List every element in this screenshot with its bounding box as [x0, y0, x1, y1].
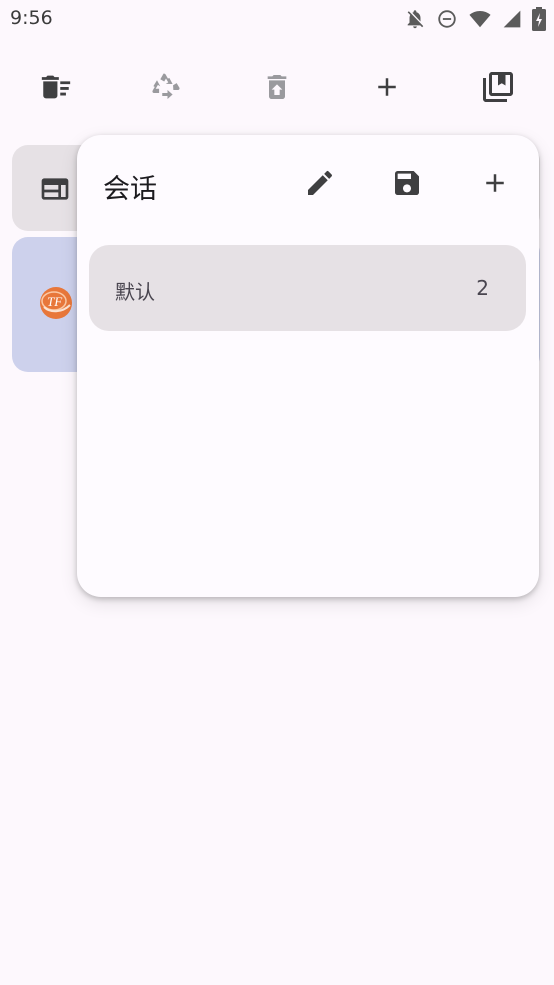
signal-icon — [502, 8, 522, 30]
battery-icon — [532, 7, 546, 31]
add-icon — [372, 72, 402, 102]
do-not-disturb-icon — [436, 8, 458, 30]
recycle-icon — [148, 69, 184, 105]
site-logo-icon: TF — [38, 285, 74, 325]
restore-from-trash-icon — [261, 71, 293, 103]
status-time: 9:56 — [10, 7, 53, 29]
recycle-button[interactable] — [139, 60, 193, 114]
bookmarks-button[interactable] — [471, 60, 525, 114]
status-bar: 9:56 — [0, 0, 554, 38]
svg-text:TF: TF — [47, 294, 63, 309]
delete-sweep-button[interactable] — [29, 60, 83, 114]
save-icon — [391, 167, 423, 203]
delete-sweep-icon — [39, 70, 73, 104]
wifi-icon — [468, 8, 492, 30]
restore-from-trash-button[interactable] — [250, 60, 304, 114]
session-tab-count: 2 — [476, 276, 489, 300]
add-icon — [480, 168, 510, 202]
add-tab-button[interactable] — [360, 60, 414, 114]
app-screen: 9:56 TF 会话 默认 2 — [0, 0, 554, 985]
bell-off-icon — [404, 8, 426, 30]
edit-icon — [304, 167, 336, 203]
edit-session-button[interactable] — [296, 161, 344, 209]
add-session-button[interactable] — [471, 161, 519, 209]
sessions-popup: 会话 默认 2 — [77, 135, 539, 597]
bookmarks-icon — [480, 69, 516, 105]
session-name: 默认 — [115, 280, 155, 304]
web-page-icon — [38, 173, 72, 209]
popup-title: 会话 — [103, 174, 157, 205]
save-session-button[interactable] — [383, 161, 431, 209]
status-icons — [404, 7, 546, 31]
session-item[interactable]: 默认 2 — [89, 245, 526, 331]
toolbar — [0, 60, 554, 114]
